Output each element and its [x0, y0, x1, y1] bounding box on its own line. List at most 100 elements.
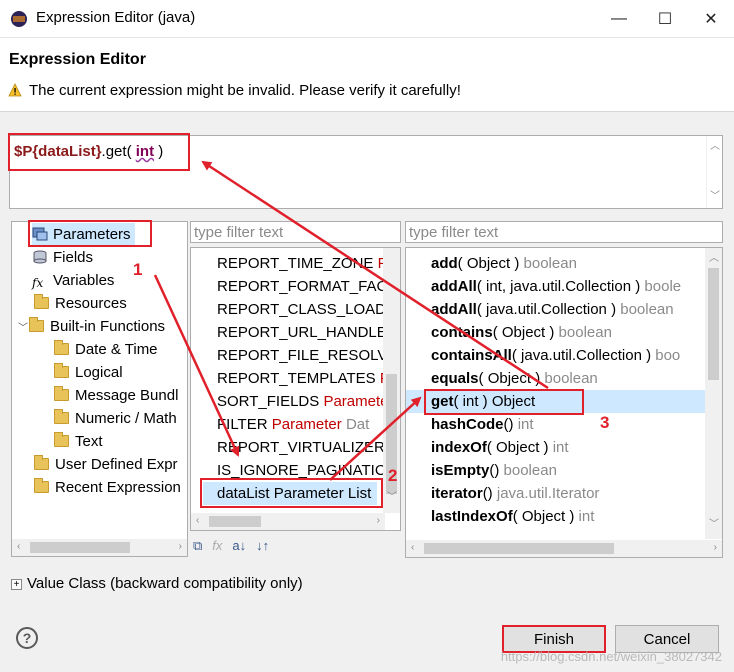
method-item[interactable]: iterator() java.util.Iterator — [406, 482, 705, 505]
list-item[interactable]: REPORT_FORMAT_FAC — [217, 275, 387, 298]
tree-item-builtin-functions[interactable]: ﹀ Built-in Functions — [18, 315, 165, 338]
scroll-up-icon[interactable]: ︿ — [709, 254, 719, 264]
tree-item-label: Message Bundl — [75, 387, 179, 404]
item-name: REPORT_TEMPLATES — [217, 370, 376, 387]
tree-item-text[interactable]: Text — [54, 430, 103, 453]
method-args: () — [489, 462, 500, 479]
editor-scrollbar[interactable]: ︿ ﹀ — [706, 136, 722, 208]
folder-icon — [54, 432, 69, 447]
list-item[interactable]: REPORT_TIME_ZONE P — [217, 252, 388, 275]
scroll-down-icon[interactable]: ﹀ — [710, 192, 720, 202]
methods-hscrollbar[interactable]: ‹ › — [406, 540, 722, 557]
method-item[interactable]: containsAll( java.util.Collection ) boo — [406, 344, 705, 367]
maximize-button[interactable]: ☐ — [642, 0, 688, 38]
tree-item-label: Built-in Functions — [50, 318, 166, 335]
scroll-right-icon[interactable]: › — [714, 543, 717, 553]
tree-item-label: Recent Expression — [55, 479, 181, 496]
folder-icon — [34, 478, 49, 493]
method-item[interactable]: contains( Object ) boolean — [406, 321, 705, 344]
method-return: java.util.Iterator — [496, 485, 600, 502]
scroll-up-icon[interactable]: ︿ — [710, 142, 720, 152]
folder-icon — [54, 340, 69, 355]
annotation-number-3: 3 — [600, 413, 610, 432]
tree-item-logical[interactable]: Logical — [54, 361, 123, 384]
scroll-thumb[interactable] — [30, 542, 130, 553]
help-button[interactable]: ? — [16, 627, 38, 649]
item-type: Parameter — [271, 416, 342, 433]
methods-filter-input[interactable]: type filter text — [405, 221, 723, 243]
category-tree[interactable]: Parameters Fields fx Variables Resources … — [11, 221, 188, 557]
method-return: int — [517, 416, 534, 433]
method-name: equals — [431, 370, 479, 387]
middle-hscrollbar[interactable]: ‹ › — [191, 513, 385, 530]
scroll-thumb[interactable] — [424, 543, 614, 554]
method-return: boolean — [558, 324, 612, 341]
folder-icon — [34, 294, 49, 309]
method-item[interactable]: lastIndexOf( Object ) int — [406, 505, 705, 528]
tree-item-resources[interactable]: Resources — [34, 292, 127, 315]
chevron-down-icon[interactable]: ﹀ — [18, 317, 29, 340]
tree-item-recent-expressions[interactable]: Recent Expression — [34, 476, 181, 499]
fx-filter-icon[interactable]: fx — [212, 538, 222, 556]
list-item[interactable]: REPORT_VIRTUALIZER — [217, 436, 385, 459]
tree-item-date-time[interactable]: Date & Time — [54, 338, 158, 361]
method-item[interactable]: hashCode() int — [406, 413, 705, 436]
method-item[interactable]: add( Object ) boolean — [406, 252, 705, 275]
method-item[interactable]: addAll( java.util.Collection ) boolean — [406, 298, 705, 321]
list-item[interactable]: REPORT_TEMPLATES P — [217, 367, 390, 390]
methods-vscrollbar[interactable]: ︿ ﹀ — [705, 248, 722, 539]
window-titlebar: Expression Editor (java) — ☐ ✕ — [0, 0, 734, 38]
list-item[interactable]: REPORT_URL_HANDLE — [217, 321, 387, 344]
list-item[interactable]: REPORT_CLASS_LOAD — [217, 298, 386, 321]
method-item[interactable]: isEmpty() boolean — [406, 459, 705, 482]
method-item[interactable]: indexOf( Object ) int — [406, 436, 705, 459]
scroll-left-icon[interactable]: ‹ — [411, 543, 414, 553]
annotation-box-expression — [8, 133, 190, 171]
scroll-thumb[interactable] — [209, 516, 261, 527]
annotation-number-2: 2 — [388, 466, 398, 485]
scroll-thumb[interactable] — [708, 268, 719, 380]
tree-item-variables[interactable]: fx Variables — [32, 269, 114, 292]
expand-plus-icon[interactable]: + — [11, 579, 22, 590]
list-item[interactable]: REPORT_FILE_RESOLVE — [217, 344, 397, 367]
value-class-section[interactable]: + Value Class (backward compatibility onl… — [11, 575, 303, 592]
tree-item-label: Fields — [53, 249, 94, 266]
method-name: hashCode — [431, 416, 504, 433]
tree-item-message-bundle[interactable]: Message Bundl — [54, 384, 178, 407]
list-item[interactable]: SORT_FIELDS Paramete — [217, 390, 388, 413]
tree-hscrollbar[interactable]: ‹ › — [12, 539, 187, 556]
watermark-text: https://blog.csdn.net/weixin_38027342 — [500, 649, 722, 664]
middle-filter-input[interactable]: type filter text — [190, 221, 401, 243]
sort-ascending-icon[interactable]: a↓ — [232, 538, 246, 556]
tree-item-numeric-math[interactable]: Numeric / Math — [54, 407, 177, 430]
method-return: int — [552, 439, 569, 456]
sort-descending-icon[interactable]: ↓↑ — [256, 538, 269, 556]
method-args: ( Object ) — [486, 439, 549, 456]
method-args: ( java.util.Collection ) — [476, 301, 617, 318]
scroll-left-icon[interactable]: ‹ — [196, 516, 199, 526]
dialog-heading: Expression Editor — [9, 51, 146, 68]
list-item[interactable]: FILTER Parameter Dat — [217, 413, 369, 436]
method-name: contains — [431, 324, 493, 341]
minimize-button[interactable]: — — [596, 0, 642, 38]
folder-icon — [29, 317, 44, 332]
annotation-box-datalist — [200, 478, 383, 508]
parameters-filter-icon[interactable]: ⧉ — [193, 538, 202, 556]
item-type: Paramete — [323, 393, 389, 410]
tree-item-label: Resources — [55, 295, 127, 312]
tree-item-fields[interactable]: Fields — [32, 246, 93, 269]
scroll-down-icon[interactable]: ﹀ — [709, 520, 719, 530]
tree-item-user-defined[interactable]: User Defined Expr — [34, 453, 178, 476]
method-item[interactable]: equals( Object ) boolean — [406, 367, 705, 390]
scroll-down-icon[interactable]: ﹀ — [387, 493, 397, 503]
item-name: REPORT_FORMAT_FAC — [217, 278, 388, 295]
close-button[interactable]: ✕ — [688, 0, 734, 38]
window-title: Expression Editor (java) — [36, 9, 196, 26]
folder-icon — [34, 455, 49, 470]
dialog-header: Expression Editor The current expression… — [0, 38, 734, 112]
scroll-right-icon[interactable]: › — [377, 516, 380, 526]
method-item[interactable]: addAll( int, java.util.Collection ) bool… — [406, 275, 705, 298]
scroll-left-icon[interactable]: ‹ — [17, 542, 20, 552]
scroll-right-icon[interactable]: › — [179, 542, 182, 552]
method-args: ( Object ) — [512, 508, 575, 525]
